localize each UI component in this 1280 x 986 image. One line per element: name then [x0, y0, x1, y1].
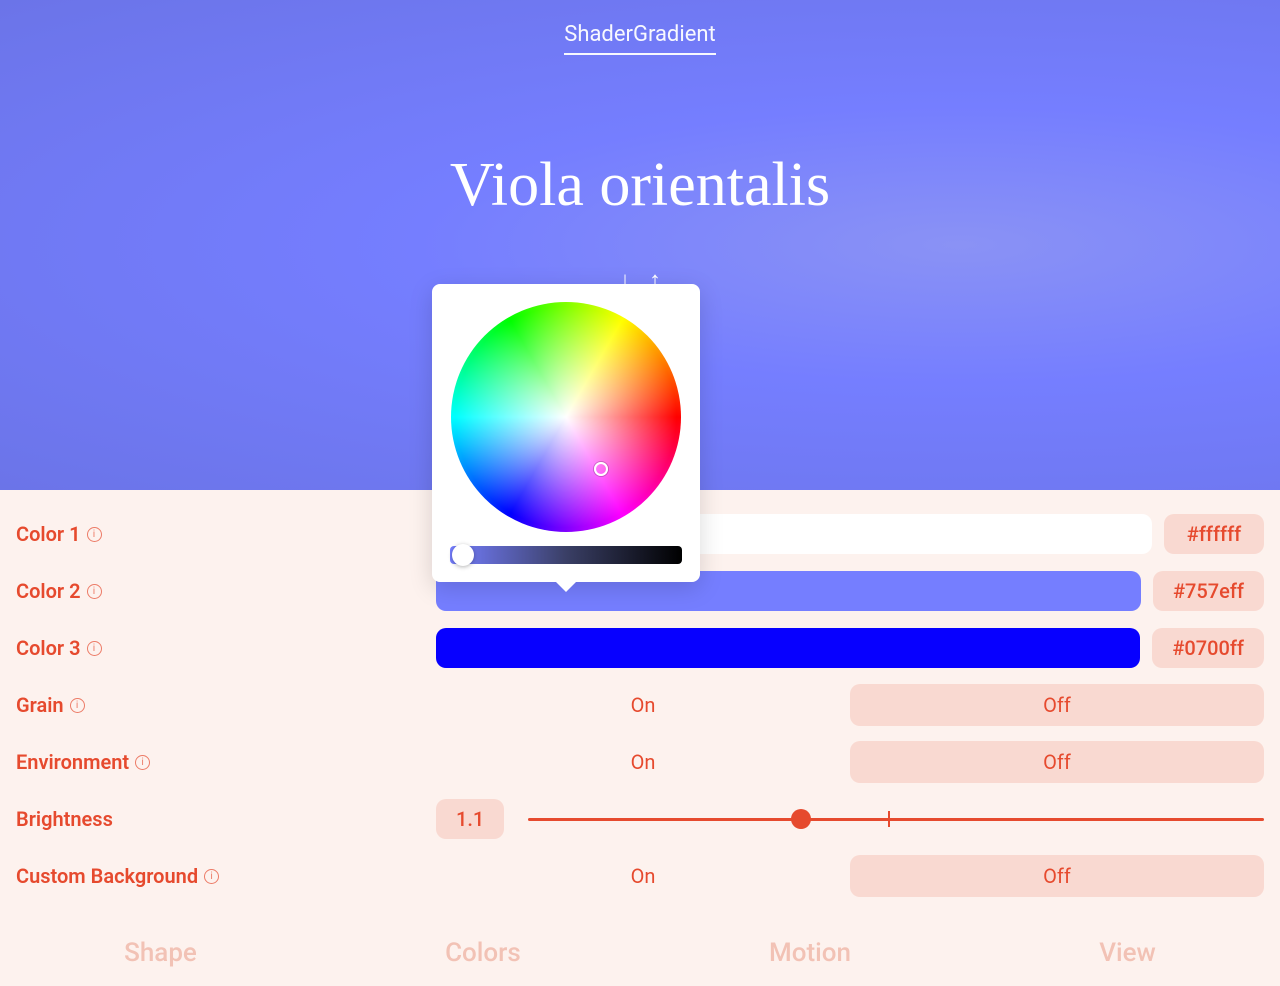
brightness-value[interactable]: 1.1	[436, 799, 504, 839]
brand-title[interactable]: ShaderGradient	[564, 22, 715, 55]
color2-label: Color 2 i	[16, 579, 436, 603]
grain-off[interactable]: Off	[850, 684, 1264, 726]
custom-bg-toggle: On Off	[436, 855, 1264, 897]
brightness-tick	[888, 811, 890, 827]
custom-bg-row: Custom Background i On Off	[16, 856, 1264, 896]
color3-hex[interactable]: #0700ff	[1152, 628, 1264, 668]
tab-colors[interactable]: Colors	[445, 938, 521, 968]
custom-bg-on[interactable]: On	[436, 855, 850, 897]
tab-shape[interactable]: Shape	[124, 938, 197, 968]
info-icon[interactable]: i	[87, 527, 102, 542]
color3-label: Color 3 i	[16, 636, 436, 660]
preset-title: Viola orientalis	[450, 150, 830, 221]
tab-motion[interactable]: Motion	[769, 938, 851, 968]
tab-view[interactable]: View	[1099, 938, 1156, 968]
color-wheel-handle[interactable]	[594, 462, 608, 476]
grain-row: Grain i On Off	[16, 685, 1264, 725]
color1-hex[interactable]: #ffffff	[1164, 514, 1264, 554]
environment-off[interactable]: Off	[850, 741, 1264, 783]
lightness-handle[interactable]	[452, 544, 474, 566]
info-icon[interactable]: i	[87, 641, 102, 656]
info-icon[interactable]: i	[87, 584, 102, 599]
environment-on[interactable]: On	[436, 741, 850, 783]
brightness-slider[interactable]	[528, 818, 1264, 821]
bottom-tabs: Shape Colors Motion View	[0, 938, 1280, 968]
grain-on[interactable]: On	[436, 684, 850, 726]
info-icon[interactable]: i	[204, 869, 219, 884]
color1-label: Color 1 i	[16, 522, 436, 546]
brightness-row: Brightness 1.1	[16, 799, 1264, 839]
environment-row: Environment i On Off	[16, 742, 1264, 782]
custom-bg-off[interactable]: Off	[850, 855, 1264, 897]
lightness-slider[interactable]	[450, 546, 682, 564]
info-icon[interactable]: i	[70, 698, 85, 713]
custom-bg-label: Custom Background i	[16, 864, 436, 888]
color3-row: Color 3 i #0700ff	[16, 628, 1264, 668]
brightness-label: Brightness	[16, 807, 436, 831]
color2-hex[interactable]: #757eff	[1153, 571, 1264, 611]
brightness-thumb[interactable]	[791, 809, 811, 829]
environment-label: Environment i	[16, 750, 436, 774]
grain-label: Grain i	[16, 693, 436, 717]
color-picker-popover[interactable]	[432, 284, 700, 582]
color-wheel[interactable]	[451, 302, 681, 532]
color3-swatch[interactable]	[436, 628, 1140, 668]
grain-toggle: On Off	[436, 684, 1264, 726]
environment-toggle: On Off	[436, 741, 1264, 783]
info-icon[interactable]: i	[135, 755, 150, 770]
